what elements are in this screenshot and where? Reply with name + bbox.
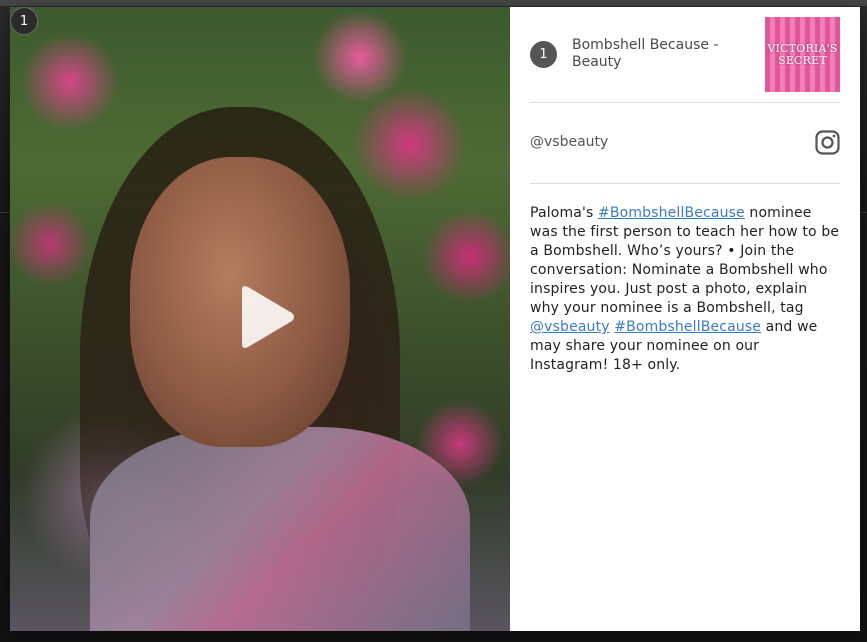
brand-logo-text: VICTORIA'S SECRET xyxy=(767,41,838,67)
post-caption: Paloma's #BombshellBecause nominee was t… xyxy=(530,204,840,375)
video-player[interactable] xyxy=(10,7,510,631)
author-row: @vsbeauty xyxy=(530,127,840,157)
play-button[interactable] xyxy=(232,284,296,350)
video-frame-shirt xyxy=(90,427,470,631)
header-divider xyxy=(530,102,840,103)
caption-text: Paloma's xyxy=(530,205,599,221)
caption-text: nominee was the first person to teach he… xyxy=(530,205,840,316)
victorias-secret-logo: VICTORIA'S SECRET xyxy=(765,17,840,92)
slide-counter-badge: 1 xyxy=(10,7,38,35)
mention-link[interactable]: @vsbeauty xyxy=(530,319,610,335)
instagram-icon[interactable] xyxy=(815,130,840,155)
post-header: 1 Bombshell Because - Beauty VICTORIA'S … xyxy=(530,17,840,93)
author-handle[interactable]: @vsbeauty xyxy=(530,134,608,150)
hashtag-link[interactable]: #BombshellBecause xyxy=(614,319,761,335)
caption-divider xyxy=(530,183,840,184)
post-title: Bombshell Because - Beauty xyxy=(572,37,719,70)
hashtag-link[interactable]: #BombshellBecause xyxy=(598,205,745,221)
play-icon xyxy=(242,286,294,348)
post-details-panel: 1 Bombshell Because - Beauty VICTORIA'S … xyxy=(510,7,860,631)
post-lightbox-modal: 1 1 Bombshell Because - Beauty VICTORIA'… xyxy=(10,7,860,631)
post-index-badge: 1 xyxy=(530,41,557,68)
